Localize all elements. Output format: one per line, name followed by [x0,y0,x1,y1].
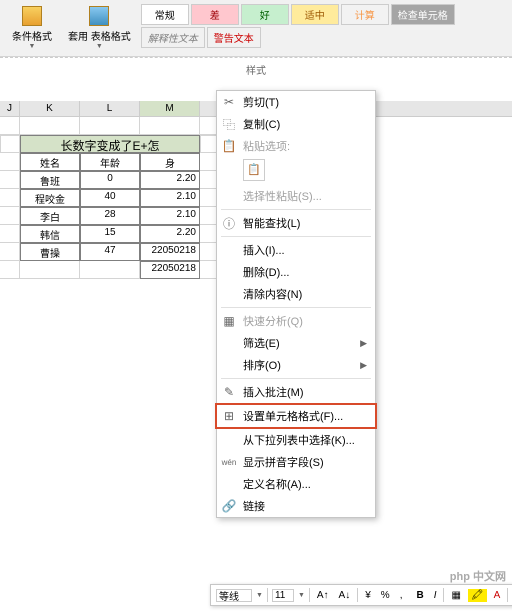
table-title: 长数字变成了E+怎 [20,135,200,153]
col-header-m[interactable]: M [140,101,200,116]
currency-button[interactable]: ¥ [362,589,374,602]
lookup-icon: ⓘ [221,215,237,231]
mini-toolbar: ▼ ▼ A↑ A↓ ¥ % , B I ▦ 🖍 A .00→ ←.00 ✎ [210,584,512,606]
col-header-j[interactable]: J [0,101,20,116]
header-body: 身 [140,153,200,171]
ctx-pinyin[interactable]: wén显示拼音字段(S) [217,451,375,473]
percent-button[interactable]: % [378,589,393,602]
style-calc[interactable]: 计算 [341,4,389,25]
pinyin-icon: wén [221,454,237,470]
font-size-input[interactable] [272,589,294,602]
ctx-cut[interactable]: ✂剪切(T) [217,91,375,113]
chevron-down-icon[interactable]: ▼ [298,592,305,599]
italic-button[interactable]: I [431,589,440,602]
conditional-format-button[interactable]: 条件格式 ▼ [6,4,58,52]
border-button[interactable]: ▦ [448,589,463,602]
cond-fmt-icon [22,6,42,26]
chevron-down-icon[interactable]: ▼ [256,592,263,599]
style-good[interactable]: 好 [241,4,289,25]
comma-button[interactable]: , [397,589,406,602]
decrease-font-button[interactable]: A↓ [336,589,354,602]
ctx-paste-options-label: 📋粘贴选项: [217,135,375,157]
ctx-paste-special: 选择性粘贴(S)... [217,185,375,207]
paste-options-row: 📋 [217,157,375,185]
table-fmt-label: 套用 表格格式 [68,28,131,43]
comment-icon: ✎ [221,384,237,400]
chevron-down-icon: ▼ [96,43,103,50]
ctx-delete[interactable]: 删除(D)... [217,261,375,283]
ctx-format-cells[interactable]: ⊞设置单元格格式(F)... [217,405,375,427]
style-explain[interactable]: 解释性文本 [141,27,205,48]
ctx-clear[interactable]: 清除内容(N) [217,283,375,305]
ctx-quick-analysis: ▦快速分析(Q) [217,310,375,332]
link-icon: 🔗 [221,498,237,514]
table-format-button[interactable]: 套用 表格格式 ▼ [62,4,137,52]
format-cells-icon: ⊞ [221,408,237,424]
ctx-insert-comment[interactable]: ✎插入批注(M) [217,381,375,403]
increase-font-button[interactable]: A↑ [314,589,332,602]
col-header-k[interactable]: K [20,101,80,116]
ribbon: 条件格式 ▼ 套用 表格格式 ▼ 常规 差 好 适中 计算 检查单元格 解释性文… [0,0,512,57]
ctx-define-name[interactable]: 定义名称(A)... [217,473,375,495]
fill-color-button[interactable]: 🖍 [468,589,487,602]
chevron-right-icon: ▶ [360,360,367,371]
cond-fmt-label: 条件格式 [12,28,52,43]
copy-icon: ⿻ [221,116,237,132]
analysis-icon: ▦ [221,313,237,329]
font-color-button[interactable]: A [491,589,504,602]
style-warning[interactable]: 警告文本 [207,27,261,48]
ctx-copy[interactable]: ⿻复制(C) [217,113,375,135]
paste-icon: 📋 [221,138,237,154]
style-neutral[interactable]: 适中 [291,4,339,25]
ctx-insert[interactable]: 插入(I)... [217,239,375,261]
paste-option-btn[interactable]: 📋 [243,159,265,181]
header-name: 姓名 [20,153,80,171]
context-menu: ✂剪切(T) ⿻复制(C) 📋粘贴选项: 📋 选择性粘贴(S)... ⓘ智能查找… [216,90,376,518]
col-header-l[interactable]: L [80,101,140,116]
watermark: php 中文网 [450,568,506,584]
font-name-input[interactable] [216,589,252,602]
style-bad[interactable]: 差 [191,4,239,25]
styles-group-label: 样式 [0,57,512,81]
ctx-filter[interactable]: 筛选(E)▶ [217,332,375,354]
ctx-dropdown-list[interactable]: 从下拉列表中选择(K)... [217,429,375,451]
ctx-sort[interactable]: 排序(O)▶ [217,354,375,376]
style-check[interactable]: 检查单元格 [391,4,455,25]
header-age: 年龄 [80,153,140,171]
chevron-down-icon: ▼ [29,43,36,50]
table-fmt-icon [89,6,109,26]
ctx-hyperlink[interactable]: 🔗链接 [217,495,375,517]
chevron-right-icon: ▶ [360,338,367,349]
cell-styles-gallery[interactable]: 常规 差 好 适中 计算 检查单元格 解释性文本 警告文本 [141,4,506,48]
cut-icon: ✂ [221,94,237,110]
ctx-smart-lookup[interactable]: ⓘ智能查找(L) [217,212,375,234]
style-normal[interactable]: 常规 [141,4,189,25]
bold-button[interactable]: B [413,589,426,602]
